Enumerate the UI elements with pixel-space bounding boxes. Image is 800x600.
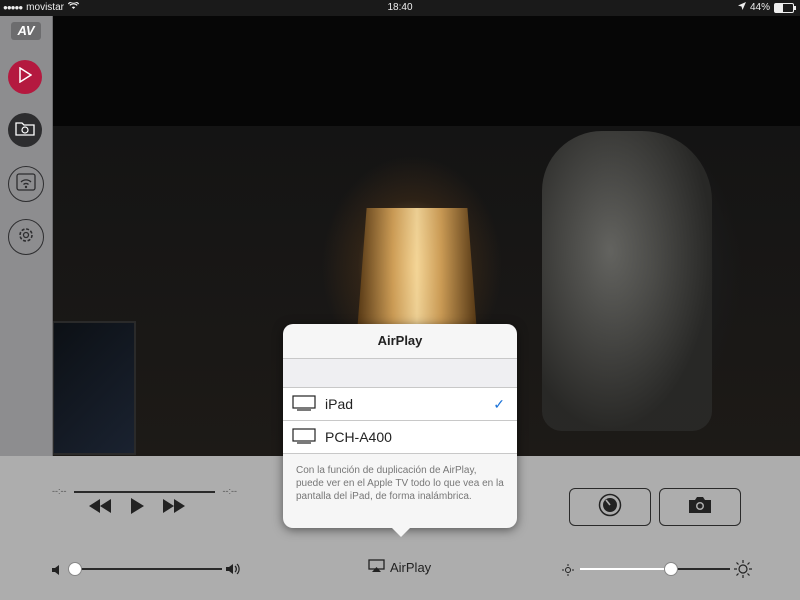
- battery-icon: [774, 2, 796, 13]
- play-nav-button[interactable]: [8, 60, 42, 94]
- brightness-slider[interactable]: [562, 560, 752, 578]
- volume-low-icon: [52, 563, 62, 581]
- snapshot-button[interactable]: [659, 488, 741, 526]
- airplay-device-name: PCH-A400: [325, 429, 392, 445]
- tv-icon: [292, 394, 316, 414]
- status-bar: ●●●●● movistar 18:40 44%: [0, 0, 800, 16]
- airplay-popover-spacer: [283, 359, 517, 388]
- play-button[interactable]: [130, 498, 144, 514]
- airplay-popover-title: AirPlay: [283, 324, 517, 359]
- video-frame-picture: [52, 321, 136, 455]
- video-figure: [542, 131, 712, 431]
- airplay-button-label: AirPlay: [390, 560, 432, 575]
- volume-high-icon: [226, 562, 242, 581]
- airplay-icon: [368, 559, 385, 576]
- brightness-low-icon: [562, 563, 574, 581]
- transport-controls: [88, 498, 186, 514]
- airplay-device-pch-a400[interactable]: PCH-A400: [283, 421, 517, 454]
- airplay-popover: AirPlay iPad ✓ PCH-A400 Con la función d…: [283, 324, 517, 537]
- brightness-high-icon: [734, 560, 752, 583]
- status-time: 18:40: [387, 2, 413, 13]
- timer-button[interactable]: [569, 488, 651, 526]
- volume-knob[interactable]: [68, 562, 82, 576]
- app-logo: AV: [11, 22, 41, 40]
- wifi-share-icon: [16, 172, 36, 196]
- timer-icon: [598, 493, 622, 522]
- wifi-share-nav-button[interactable]: [8, 166, 44, 202]
- camera-icon: [688, 496, 712, 519]
- checkmark-icon: ✓: [493, 395, 505, 412]
- camera-folder-icon: [15, 120, 35, 141]
- progress-scrubber[interactable]: --:-- --:--: [52, 486, 237, 498]
- volume-track[interactable]: [72, 568, 222, 570]
- gear-icon: [16, 225, 36, 250]
- tv-icon: [292, 427, 316, 447]
- brightness-track[interactable]: [580, 568, 730, 570]
- airplay-device-name: iPad: [325, 396, 354, 412]
- battery-percent: 44%: [749, 2, 770, 13]
- brightness-knob[interactable]: [664, 562, 678, 576]
- volume-slider[interactable]: [52, 560, 242, 578]
- fast-forward-button[interactable]: [162, 499, 186, 513]
- play-icon: [18, 66, 33, 88]
- elapsed-time: --:--: [52, 486, 67, 496]
- remaining-time: --:--: [222, 486, 238, 496]
- rewind-button[interactable]: [88, 499, 112, 513]
- location-icon: [737, 2, 746, 13]
- airplay-mirroring-description: Con la función de duplicación de AirPlay…: [296, 465, 504, 502]
- airplay-device-ipad[interactable]: iPad ✓: [283, 388, 517, 421]
- airplay-button[interactable]: AirPlay: [368, 559, 431, 576]
- progress-track[interactable]: [74, 491, 215, 493]
- settings-nav-button[interactable]: [8, 219, 44, 255]
- video-lamp: [357, 208, 477, 333]
- sidebar: AV: [0, 16, 53, 456]
- camera-folder-nav-button[interactable]: [8, 113, 42, 147]
